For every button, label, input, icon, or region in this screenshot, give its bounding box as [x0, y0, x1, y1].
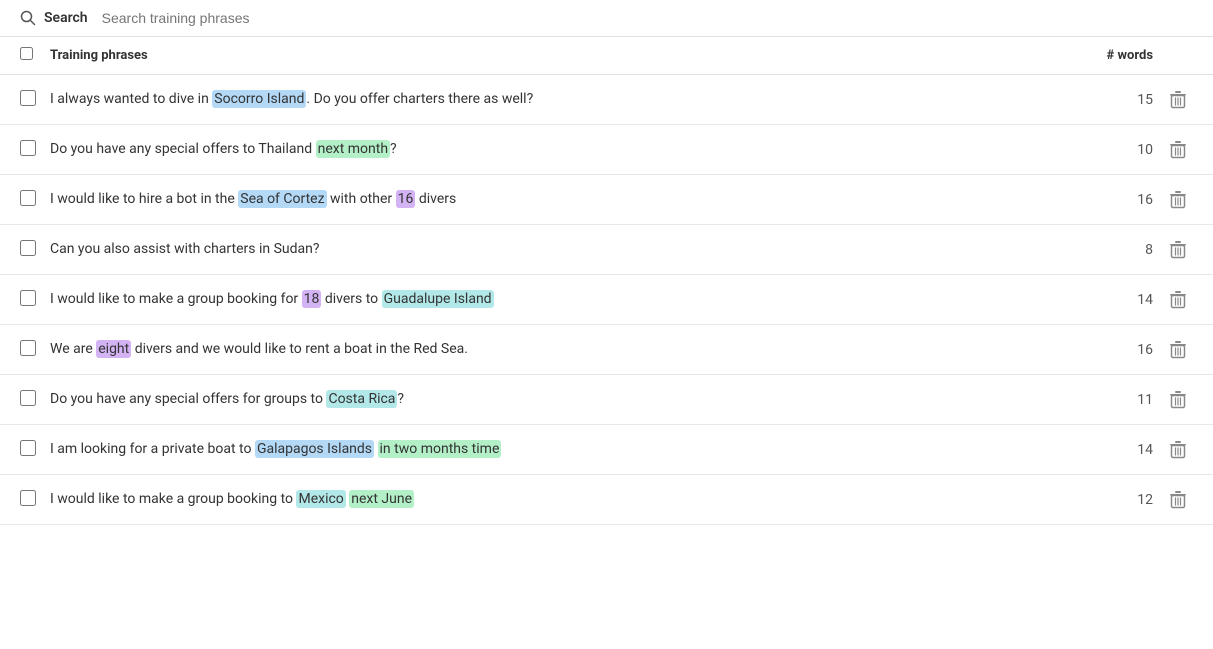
row-checkbox-cell: [20, 240, 50, 260]
trash-icon: [1169, 190, 1187, 210]
highlighted-text: next June: [349, 490, 414, 508]
row-checkbox-cell: [20, 440, 50, 460]
trash-icon: [1169, 290, 1187, 310]
trash-icon: [1169, 390, 1187, 410]
row-checkbox-cell: [20, 290, 50, 310]
trash-icon: [1169, 240, 1187, 260]
row-text: Do you have any special offers for group…: [50, 389, 1053, 410]
row-text: We are eight divers and we would like to…: [50, 339, 1053, 360]
row-checkbox-cell: [20, 90, 50, 110]
header-checkbox-cell: [20, 47, 50, 64]
row-word-count: 16: [1053, 342, 1153, 358]
delete-button[interactable]: [1163, 340, 1193, 360]
row-text: I am looking for a private boat to Galap…: [50, 439, 1053, 460]
row-checkbox[interactable]: [20, 140, 36, 156]
row-text: Do you have any special offers to Thaila…: [50, 139, 1053, 160]
delete-button[interactable]: [1163, 140, 1193, 160]
row-word-count: 11: [1053, 392, 1153, 408]
row-text: Can you also assist with charters in Sud…: [50, 239, 1053, 260]
row-checkbox[interactable]: [20, 190, 36, 206]
header-words: # words: [1053, 48, 1153, 63]
table-row: I am looking for a private boat to Galap…: [0, 425, 1213, 475]
trash-icon: [1169, 440, 1187, 460]
row-word-count: 8: [1053, 242, 1153, 258]
row-checkbox[interactable]: [20, 240, 36, 256]
table-row: Do you have any special offers for group…: [0, 375, 1213, 425]
row-text: I always wanted to dive in Socorro Islan…: [50, 89, 1053, 110]
highlighted-text: next month: [316, 140, 390, 158]
delete-button[interactable]: [1163, 290, 1193, 310]
highlighted-text: in two months time: [378, 440, 502, 458]
delete-button[interactable]: [1163, 240, 1193, 260]
row-checkbox-cell: [20, 140, 50, 160]
table-row: I would like to make a group booking to …: [0, 475, 1213, 525]
table-row: Do you have any special offers to Thaila…: [0, 125, 1213, 175]
highlighted-text: Sea of Cortez: [238, 190, 326, 208]
table-row: I would like to make a group booking for…: [0, 275, 1213, 325]
row-checkbox[interactable]: [20, 390, 36, 406]
highlighted-text: Socorro Island: [212, 90, 306, 108]
highlighted-text: Galapagos Islands: [255, 440, 374, 458]
delete-button[interactable]: [1163, 190, 1193, 210]
table-row: I would like to hire a bot in the Sea of…: [0, 175, 1213, 225]
highlighted-text: Guadalupe Island: [382, 290, 494, 308]
row-word-count: 14: [1053, 442, 1153, 458]
row-checkbox[interactable]: [20, 90, 36, 106]
highlighted-text: Mexico: [296, 490, 345, 508]
trash-icon: [1169, 490, 1187, 510]
trash-icon: [1169, 340, 1187, 360]
delete-button[interactable]: [1163, 440, 1193, 460]
highlighted-text: Costa Rica: [326, 390, 397, 408]
row-checkbox[interactable]: [20, 490, 36, 506]
row-text: I would like to make a group booking for…: [50, 289, 1053, 310]
row-checkbox-cell: [20, 490, 50, 510]
delete-button[interactable]: [1163, 390, 1193, 410]
search-bar: Search: [0, 0, 1213, 37]
row-word-count: 12: [1053, 492, 1153, 508]
table-row: We are eight divers and we would like to…: [0, 325, 1213, 375]
header-phrases: Training phrases: [50, 48, 1053, 63]
highlighted-text: 16: [396, 190, 416, 208]
trash-icon: [1169, 140, 1187, 160]
row-checkbox[interactable]: [20, 440, 36, 456]
search-label: Search: [44, 10, 88, 26]
select-all-checkbox[interactable]: [20, 47, 33, 60]
trash-icon: [1169, 90, 1187, 110]
row-checkbox-cell: [20, 390, 50, 410]
row-checkbox-cell: [20, 190, 50, 210]
search-input[interactable]: [102, 10, 1193, 26]
highlighted-text: eight: [96, 340, 131, 358]
row-checkbox[interactable]: [20, 290, 36, 306]
row-word-count: 16: [1053, 192, 1153, 208]
table-row: Can you also assist with charters in Sud…: [0, 225, 1213, 275]
delete-button[interactable]: [1163, 90, 1193, 110]
row-checkbox[interactable]: [20, 340, 36, 356]
delete-button[interactable]: [1163, 490, 1193, 510]
table-header: Training phrases # words: [0, 37, 1213, 75]
training-phrases-table: I always wanted to dive in Socorro Islan…: [0, 75, 1213, 525]
search-icon: [20, 10, 36, 26]
row-word-count: 15: [1053, 92, 1153, 108]
row-checkbox-cell: [20, 340, 50, 360]
row-word-count: 10: [1053, 142, 1153, 158]
row-text: I would like to hire a bot in the Sea of…: [50, 189, 1053, 210]
table-row: I always wanted to dive in Socorro Islan…: [0, 75, 1213, 125]
row-text: I would like to make a group booking to …: [50, 489, 1053, 510]
row-word-count: 14: [1053, 292, 1153, 308]
highlighted-text: 18: [302, 290, 322, 308]
